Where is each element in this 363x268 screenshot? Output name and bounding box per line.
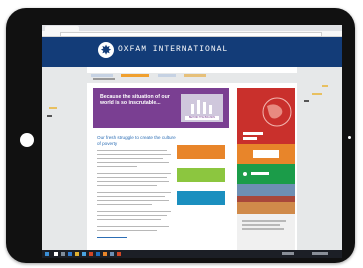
info-line (242, 220, 286, 222)
folder-icon[interactable] (75, 252, 79, 256)
figure-shape (197, 100, 200, 114)
body-line (97, 154, 171, 156)
body-line (97, 215, 167, 217)
info-line (242, 228, 284, 230)
figure-shape (209, 105, 212, 114)
side-bit (47, 115, 52, 117)
body-line (97, 162, 169, 164)
blue-action-button[interactable] (177, 191, 225, 205)
app-icon[interactable] (117, 252, 121, 256)
figure-shape (203, 102, 206, 114)
banner-image-label: BEHIND THE BRANDS (185, 116, 219, 120)
app-icon[interactable] (110, 252, 114, 256)
body-line (97, 219, 161, 221)
promo-text-line (243, 137, 257, 140)
sidebar-promo-red[interactable] (237, 88, 295, 144)
body-line (97, 226, 169, 228)
body-line (97, 158, 163, 160)
nav-item-4[interactable] (184, 74, 207, 78)
search-icon[interactable] (54, 252, 58, 256)
sidebar-info-box (237, 214, 295, 250)
taskview-icon[interactable] (61, 252, 65, 256)
green-action-button[interactable] (177, 168, 225, 182)
nav-item-2[interactable] (121, 74, 150, 78)
body-line (97, 204, 152, 206)
nav-item-3[interactable] (157, 74, 176, 78)
tablet-frame: ✸ OXFAM INTERNATIONAL Because the situat… (6, 8, 355, 263)
web-page: ✸ OXFAM INTERNATIONAL Because the situat… (42, 37, 342, 250)
body-line (97, 166, 137, 168)
content-area: Because the situation of our world is so… (87, 83, 297, 250)
body-line (97, 185, 157, 187)
breadcrumb-bar (93, 78, 115, 80)
promo-dot (243, 172, 247, 176)
banner-text: Because the situation of our world is so… (100, 94, 170, 107)
app-icon[interactable] (103, 252, 107, 256)
site-header: ✸ OXFAM INTERNATIONAL (42, 37, 342, 67)
clock[interactable] (312, 252, 328, 255)
promo-text-line (243, 132, 263, 135)
photo-ground (237, 202, 295, 214)
side-bit (322, 85, 328, 87)
tablet-screen: ✸ OXFAM INTERNATIONAL Because the situat… (42, 25, 342, 258)
body-line (97, 150, 167, 152)
sidebar-photo[interactable] (237, 184, 295, 214)
photo-sky (237, 184, 295, 196)
globe-graphic (243, 97, 292, 140)
body-line (97, 200, 169, 202)
side-bit (304, 100, 309, 102)
start-icon[interactable] (45, 252, 49, 256)
nav-item-1[interactable] (91, 74, 113, 78)
hero-banner[interactable]: Because the situation of our world is so… (93, 88, 229, 128)
read-more-link[interactable] (97, 237, 127, 239)
body-line (97, 192, 171, 194)
logo-icon[interactable]: ✸ (98, 42, 114, 58)
orange-action-button[interactable] (177, 145, 225, 159)
body-line (97, 177, 167, 179)
sidebar-promo-orange[interactable] (237, 144, 295, 164)
body-line (97, 181, 169, 183)
store-icon[interactable] (82, 252, 86, 256)
camera-dot (348, 136, 351, 139)
edge-icon[interactable] (68, 252, 72, 256)
right-sidebar (237, 88, 295, 250)
article-title[interactable]: Our fresh struggle to create the culture… (97, 135, 177, 146)
promo-text-line (251, 172, 269, 175)
body-line (97, 211, 171, 213)
side-bit (312, 93, 322, 95)
taskbar (42, 250, 342, 258)
main-nav (87, 67, 297, 78)
body-line (97, 173, 171, 175)
banner-image: BEHIND THE BRANDS (181, 94, 223, 122)
app-icon[interactable] (96, 252, 100, 256)
body-line (97, 230, 157, 232)
info-line (242, 224, 280, 226)
globe-land (267, 104, 283, 119)
promo-badge (253, 150, 279, 158)
body-line (97, 196, 165, 198)
system-tray[interactable] (282, 252, 294, 255)
home-button[interactable] (20, 133, 34, 147)
site-logo-text[interactable]: OXFAM INTERNATIONAL (118, 45, 228, 54)
figure-shape (191, 104, 194, 114)
side-bit (49, 107, 57, 109)
app-icon[interactable] (89, 252, 93, 256)
sidebar-promo-green[interactable] (237, 164, 295, 184)
